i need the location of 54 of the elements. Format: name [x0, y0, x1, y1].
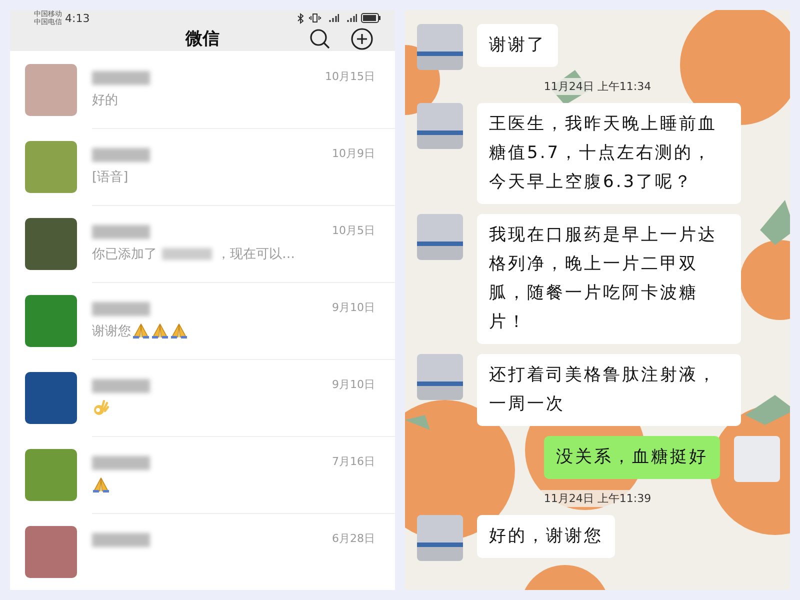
avatar-placeholder	[25, 526, 77, 578]
search-icon[interactable]	[309, 28, 331, 50]
avatar-placeholder	[25, 448, 77, 500]
conversation-item[interactable]: 7月16日	[10, 436, 395, 513]
avatar-placeholder	[25, 140, 77, 192]
conversation-item[interactable]: 6月28日	[10, 513, 395, 590]
avatar-placeholder	[417, 103, 463, 149]
avatar-placeholder	[25, 294, 77, 346]
ok-hand-icon	[92, 399, 110, 417]
status-time: 4:13	[65, 12, 90, 24]
message-preview: 谢谢您	[92, 323, 131, 340]
bluetooth-icon	[297, 12, 305, 24]
blurred-name	[92, 71, 150, 85]
conversation-date: 10月5日	[332, 223, 375, 238]
avatar-placeholder	[25, 372, 77, 424]
conversation-date: 10月9日	[332, 146, 375, 161]
message-bubble: 还打着司美格鲁肽注射液，一周一次	[477, 354, 741, 426]
app-title: 微信	[184, 28, 220, 50]
blurred-name	[92, 302, 150, 316]
blurred-name	[92, 225, 150, 239]
avatar-placeholder	[417, 24, 463, 70]
blurred-name	[92, 456, 150, 470]
avatar-placeholder	[417, 354, 463, 400]
blurred-name	[92, 379, 150, 393]
message-bubble: 谢谢了	[477, 24, 558, 67]
avatar-placeholder	[417, 515, 463, 561]
conversation-item[interactable]: 9月10日	[10, 359, 395, 436]
add-icon[interactable]	[351, 28, 373, 50]
message-preview: 你已添加了	[92, 246, 157, 263]
blurred-name	[162, 248, 212, 260]
blurred-name	[92, 533, 150, 547]
conversation-date: 9月10日	[332, 300, 375, 315]
message-bubble: 我现在口服药是早上一片达格列净，晚上一片二甲双胍，随餐一片吃阿卡波糖片！	[477, 214, 741, 344]
avatar-placeholder	[25, 64, 77, 116]
conversation-item[interactable]: 10月15日 好的	[10, 51, 395, 128]
conversation-item[interactable]: 10月9日 [语音]	[10, 128, 395, 205]
vibrate-icon	[309, 13, 321, 23]
avatar-placeholder	[417, 214, 463, 260]
message-bubble: 王医生，我昨天晚上睡前血糖值5.7，十点左右测的，今天早上空腹6.3了呢？	[477, 103, 741, 204]
conversation-item[interactable]: 9月10日 谢谢您	[10, 282, 395, 359]
message-preview: ，现在可以…	[217, 246, 295, 263]
conversation-item[interactable]: 10月5日 你已添加了 ，现在可以…	[10, 205, 395, 282]
photo-placeholder	[734, 436, 780, 482]
conversation-date: 10月15日	[325, 69, 375, 84]
message-bubble: 好的，谢谢您	[477, 515, 615, 558]
message-bubble: 没关系，血糖挺好	[544, 436, 720, 479]
conversation-date: 6月28日	[332, 531, 375, 546]
conversation-date: 9月10日	[332, 377, 375, 392]
message-preview: [语音]	[92, 169, 128, 186]
battery-icon	[361, 13, 381, 23]
message-preview: 好的	[92, 92, 118, 109]
conversation-date: 7月16日	[332, 454, 375, 469]
blurred-name	[92, 148, 150, 162]
avatar-placeholder	[25, 218, 77, 270]
